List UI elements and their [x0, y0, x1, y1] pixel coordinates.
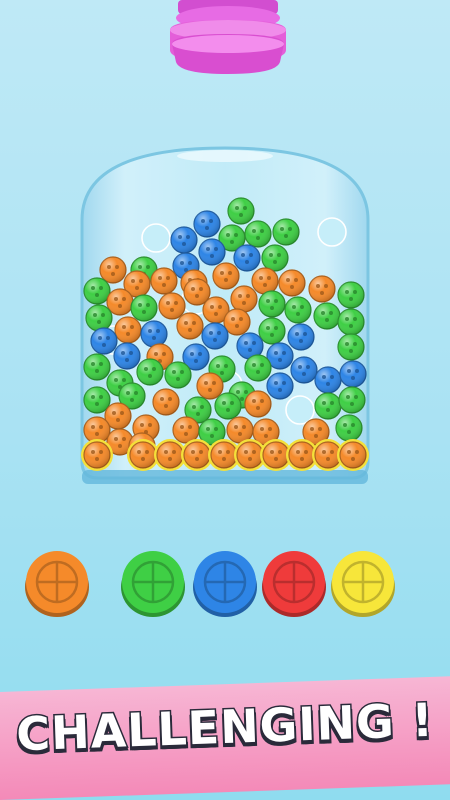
crosshair-icon	[341, 560, 385, 604]
red-target[interactable]	[262, 551, 326, 617]
orange-ball	[152, 388, 180, 416]
green-ball	[136, 358, 164, 386]
green-ball	[214, 392, 242, 420]
orange-ball	[196, 372, 224, 400]
blue-ball	[198, 238, 226, 266]
color-target-row	[25, 551, 395, 617]
blue-ball	[193, 210, 221, 238]
green-ball	[85, 304, 113, 332]
green-ball	[338, 386, 366, 414]
blue-ball	[201, 322, 229, 350]
orange-ball	[251, 267, 279, 295]
orange-ball	[114, 316, 142, 344]
blue-ball	[90, 327, 118, 355]
crosshair-icon	[35, 560, 79, 604]
green-ball	[244, 220, 272, 248]
green-ball	[335, 414, 363, 442]
orange-ball-selectable	[81, 439, 113, 471]
orange-target[interactable]	[25, 551, 89, 617]
orange-ball	[158, 292, 186, 320]
orange-ball	[172, 416, 200, 444]
blue-ball	[170, 226, 198, 254]
orange-ball-selectable	[337, 439, 369, 471]
blue-ball	[266, 372, 294, 400]
orange-ball	[106, 288, 134, 316]
orange-ball	[223, 308, 251, 336]
blue-ball	[113, 342, 141, 370]
green-ball	[313, 302, 341, 330]
blue-ball	[314, 366, 342, 394]
orange-ball	[99, 256, 127, 284]
yellow-target[interactable]	[331, 551, 395, 617]
green-ball	[83, 353, 111, 381]
green-ball	[130, 294, 158, 322]
green-ball	[83, 277, 111, 305]
crosshair-icon	[272, 560, 316, 604]
green-ball	[258, 290, 286, 318]
orange-ball	[308, 275, 336, 303]
green-ball	[261, 244, 289, 272]
orange-ball	[212, 262, 240, 290]
empty-hole	[317, 217, 347, 247]
green-target[interactable]	[121, 551, 185, 617]
crosshair-icon	[203, 560, 247, 604]
green-ball	[244, 354, 272, 382]
crosshair-icon	[131, 560, 175, 604]
blue-ball	[287, 323, 315, 351]
green-ball	[272, 218, 300, 246]
blue-target[interactable]	[193, 551, 257, 617]
blue-ball	[233, 244, 261, 272]
green-ball	[314, 392, 342, 420]
green-ball	[284, 296, 312, 324]
orange-ball	[230, 285, 258, 313]
green-ball	[337, 333, 365, 361]
blue-ball	[339, 360, 367, 388]
green-ball	[227, 197, 255, 225]
orange-ball	[176, 312, 204, 340]
green-ball	[83, 386, 111, 414]
green-ball	[258, 317, 286, 345]
green-ball	[337, 308, 365, 336]
empty-hole	[285, 395, 315, 425]
green-ball	[164, 361, 192, 389]
empty-hole	[141, 223, 171, 253]
green-ball	[337, 281, 365, 309]
orange-ball	[150, 267, 178, 295]
blue-ball	[140, 320, 168, 348]
orange-ball	[244, 390, 272, 418]
blue-ball	[290, 356, 318, 384]
orange-ball	[278, 269, 306, 297]
dispenser-funnel	[170, 0, 286, 74]
